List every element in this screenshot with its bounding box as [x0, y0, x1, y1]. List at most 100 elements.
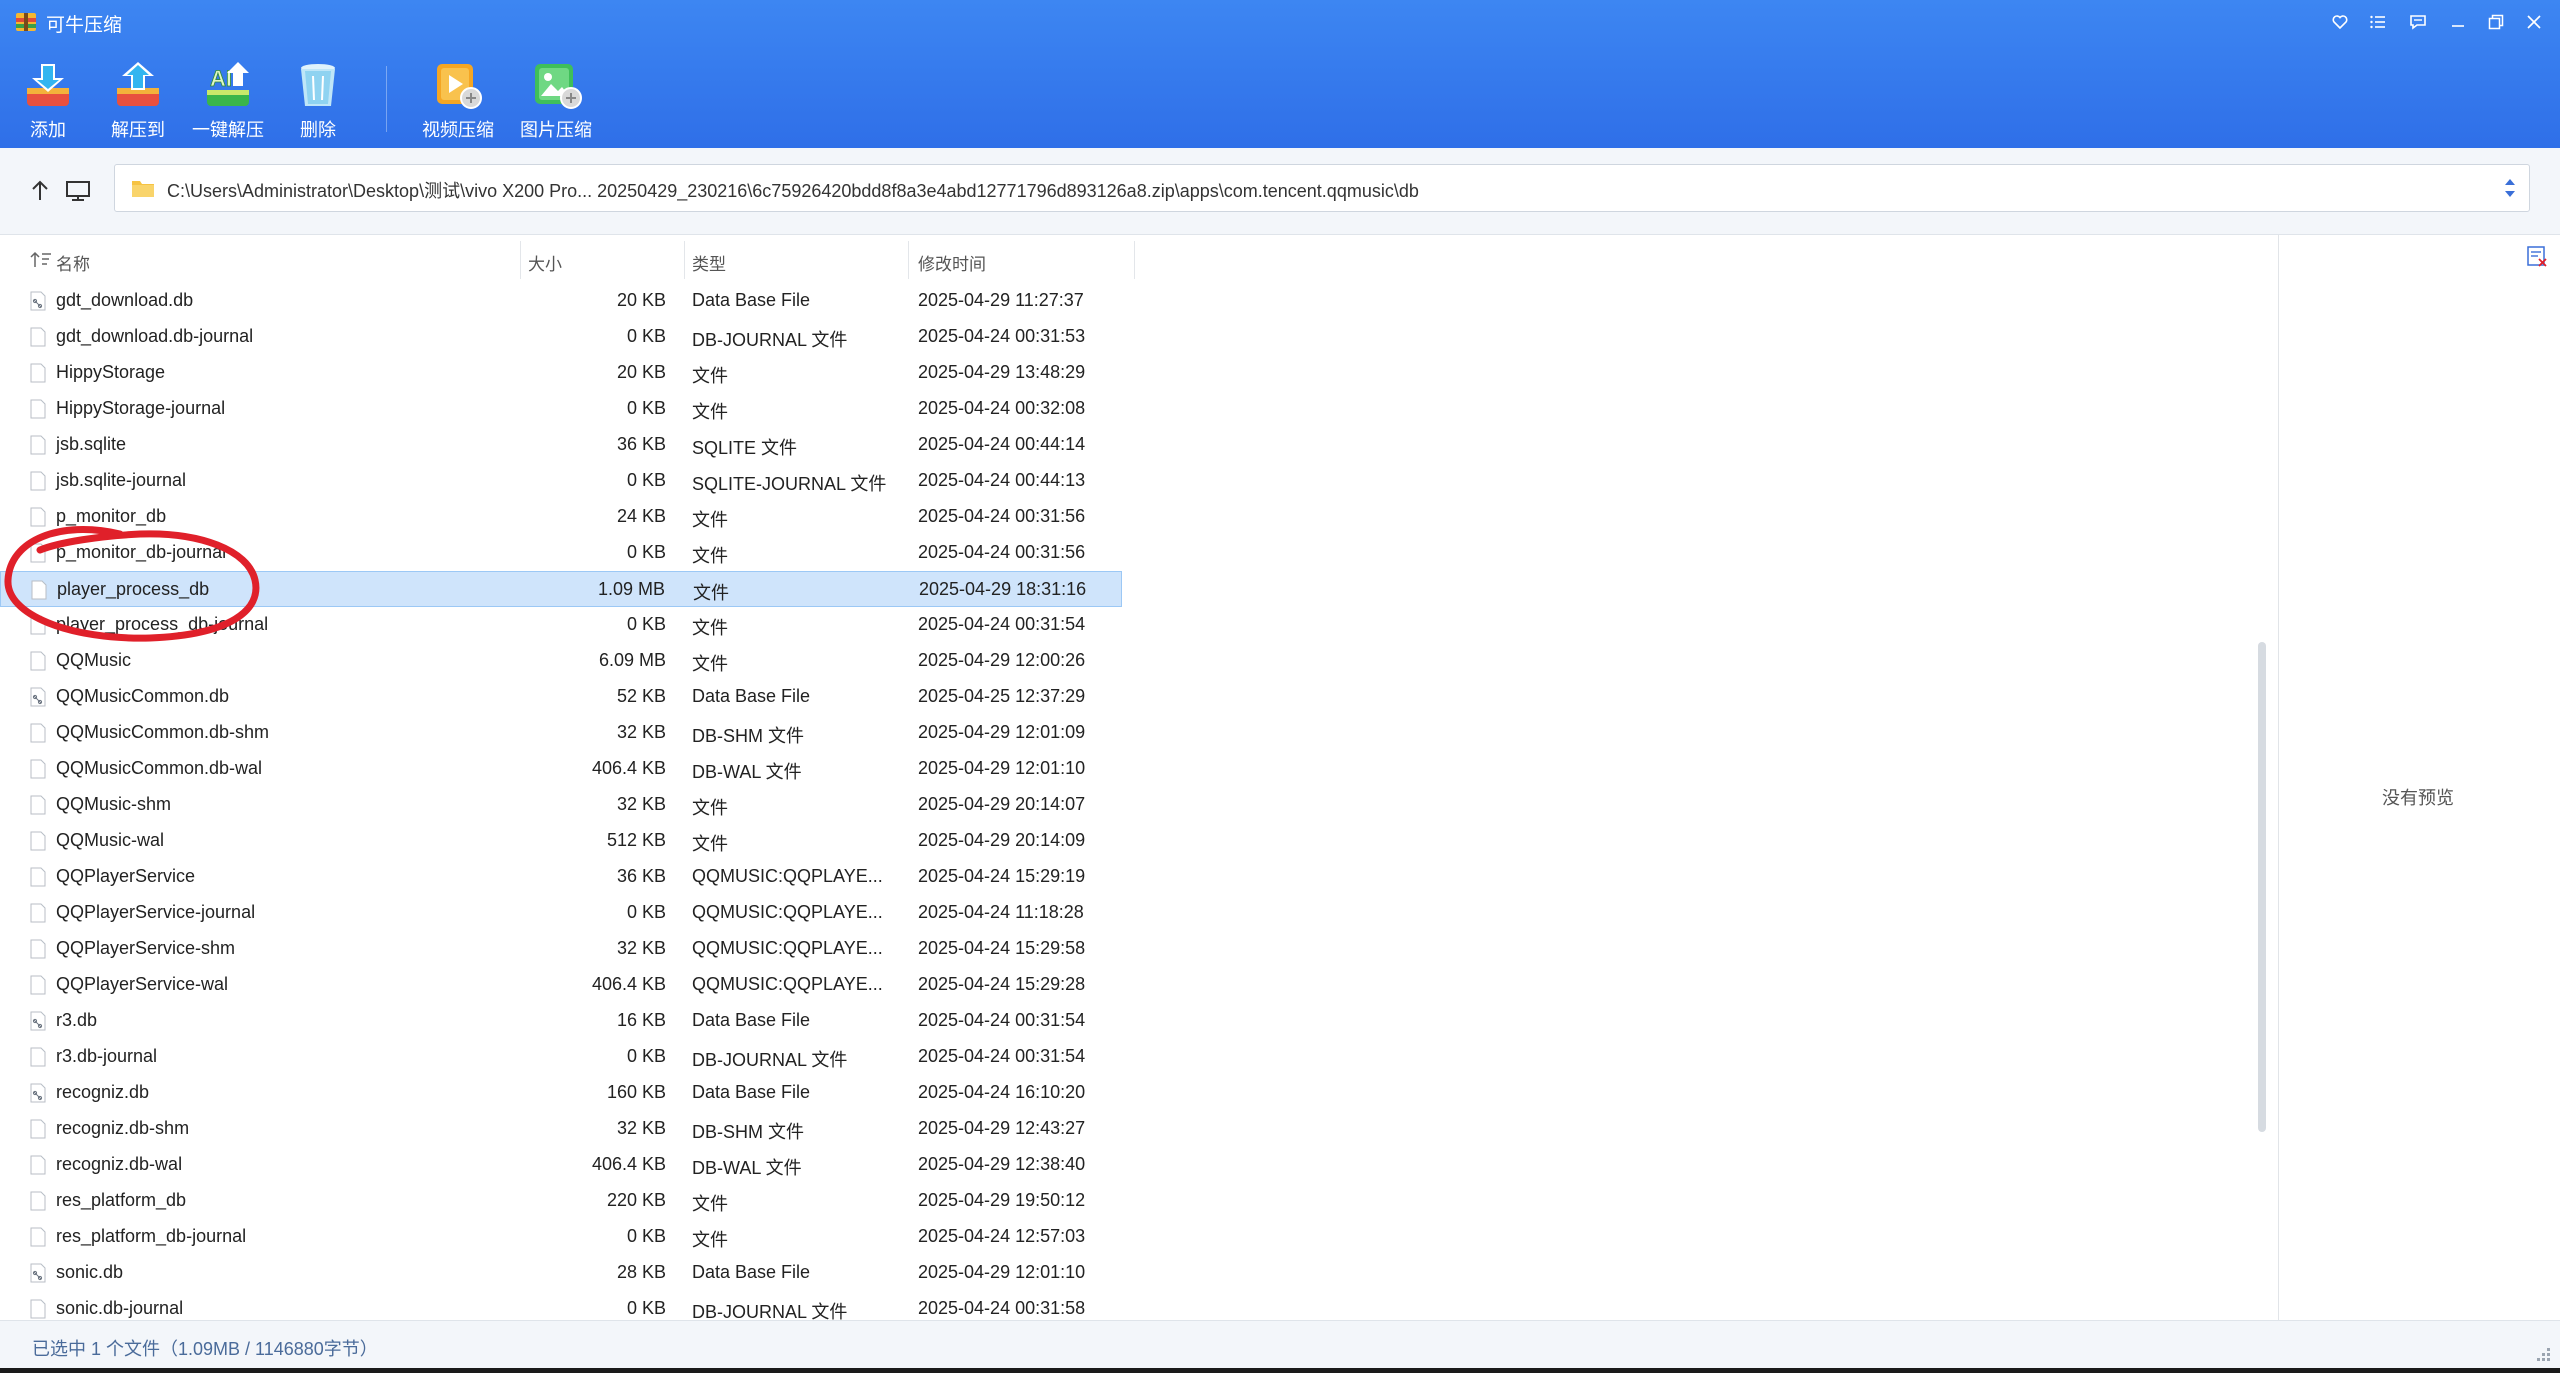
file-row[interactable]: recogniz.db-wal 406.4 KB DB-WAL 文件 2025-04-…: [0, 1147, 1122, 1183]
column-header: 名称 大小 类型 修改时间: [0, 235, 1136, 285]
file-size: 406.4 KB: [591, 974, 666, 994]
file-row[interactable]: QQMusic 6.09 MB 文件 2025-04-29 12:00:26: [0, 643, 1122, 679]
file-row-selected[interactable]: player_process_db 1.09 MB 文件 2025-04-29 18:…: [0, 571, 1122, 607]
image-compress-icon: [535, 64, 582, 109]
file-name: res_platform_db: [56, 1190, 187, 1210]
computer-button[interactable]: [62, 175, 94, 207]
file-row[interactable]: QQPlayerService-wal 406.4 KB QQMUSIC:QQPLA…: [0, 967, 1122, 1003]
file-row[interactable]: r3.db-journal 0 KB DB-JOURNAL 文件 2025-04-24…: [0, 1039, 1122, 1075]
file-type: Data Base File: [692, 1010, 811, 1030]
file-row[interactable]: QQMusicCommon.db-shm 32 KB DB-SHM 文件 2025-0…: [0, 715, 1122, 751]
file-name: QQMusic-wal: [56, 830, 165, 850]
video-compress-button[interactable]: 视频压缩: [410, 58, 506, 148]
file-icon: [30, 759, 46, 779]
svg-text:AI: AI: [210, 66, 232, 91]
up-button[interactable]: [24, 175, 56, 207]
file-row[interactable]: jsb.sqlite 36 KB SQLITE 文件 2025-04-24 00:44…: [0, 427, 1122, 463]
file-row[interactable]: gdt_download.db-journal 0 KB DB-JOURNAL 文件…: [0, 319, 1122, 355]
file-modified: 2025-04-24 00:31:56: [918, 506, 1086, 526]
feedback-button[interactable]: [2404, 8, 2432, 36]
file-row[interactable]: QQMusic-wal 512 KB 文件 2025-04-29 20:14:09: [0, 823, 1122, 859]
pane-splitter[interactable]: [2278, 235, 2279, 1320]
column-type[interactable]: 类型: [692, 250, 726, 275]
file-row[interactable]: QQPlayerService-shm 32 KB QQMUSIC:QQPLAYE.…: [0, 931, 1122, 967]
folder-icon: [132, 181, 154, 197]
file-modified: 2025-04-24 12:57:03: [918, 1226, 1086, 1246]
column-modified[interactable]: 修改时间: [918, 250, 986, 275]
preview-toggle-icon[interactable]: [2526, 245, 2548, 267]
file-modified: 2025-04-29 12:43:27: [918, 1118, 1086, 1138]
file-row[interactable]: QQPlayerService-journal 0 KB QQMUSIC:QQPLA…: [0, 895, 1122, 931]
add-button[interactable]: 添加: [0, 58, 96, 148]
sort-updown-icon[interactable]: [2501, 175, 2519, 201]
file-name: HippyStorage-journal: [56, 398, 226, 418]
file-row[interactable]: recogniz.db 160 KB Data Base File 2025-04-2…: [0, 1075, 1122, 1111]
file-name: QQMusic: [56, 650, 132, 670]
file-type: 文件: [692, 1230, 728, 1250]
address-row: C:\Users\Administrator\Desktop\测试\vivo X…: [0, 148, 2560, 235]
extract-to-button[interactable]: 解压到: [90, 58, 186, 148]
column-divider[interactable]: [908, 241, 909, 279]
file-row[interactable]: QQMusic-shm 32 KB 文件 2025-04-29 20:14:07: [0, 787, 1122, 823]
file-row[interactable]: HippyStorage-journal 0 KB 文件 2025-04-24 00:…: [0, 391, 1122, 427]
file-modified: 2025-04-29 12:01:10: [918, 758, 1086, 778]
delete-button[interactable]: 删除: [270, 58, 366, 148]
file-icon: [30, 831, 46, 851]
close-button[interactable]: [2520, 8, 2548, 36]
resize-grip-icon[interactable]: [2532, 1343, 2552, 1363]
column-divider[interactable]: [684, 241, 685, 279]
column-name[interactable]: 名称: [56, 250, 90, 275]
file-name: QQPlayerService-journal: [56, 902, 256, 922]
vertical-scrollbar[interactable]: [2258, 642, 2266, 1132]
file-row[interactable]: recogniz.db-shm 32 KB DB-SHM 文件 2025-04-29 …: [0, 1111, 1122, 1147]
file-name: res_platform_db-journal: [56, 1226, 247, 1246]
column-divider[interactable]: [1134, 241, 1135, 279]
file-row[interactable]: p_monitor_db-journal 0 KB 文件 2025-04-24 00:…: [0, 535, 1122, 571]
file-type: 文件: [692, 402, 728, 422]
column-size[interactable]: 大小: [528, 250, 562, 275]
file-type: QQMUSIC:QQPLAYE...: [692, 866, 883, 886]
file-type: Data Base File: [692, 1262, 811, 1282]
arrow-up-icon: [32, 180, 48, 200]
minimize-button[interactable]: [2444, 8, 2472, 36]
taskbar-edge: [0, 1368, 2560, 1373]
file-name: player_process_db: [57, 579, 210, 599]
column-divider[interactable]: [520, 241, 521, 279]
file-name: p_monitor_db: [56, 506, 167, 526]
file-size: 20 KB: [616, 362, 666, 382]
file-icon: [30, 1155, 46, 1175]
image-compress-button[interactable]: 图片压缩: [508, 58, 604, 148]
file-row[interactable]: player_process_db-journal 0 KB 文件 2025-04-2…: [0, 607, 1122, 643]
file-row[interactable]: sonic.db 28 KB Data Base File 2025-04-29 12…: [0, 1255, 1122, 1291]
file-type: 文件: [692, 834, 728, 854]
file-row[interactable]: jsb.sqlite-journal 0 KB SQLITE-JOURNAL 文件 2…: [0, 463, 1122, 499]
file-size: 0 KB: [626, 470, 666, 490]
address-field[interactable]: C:\Users\Administrator\Desktop\测试\vivo X…: [114, 164, 2530, 212]
file-row[interactable]: res_platform_db 220 KB 文件 2025-04-29 19:50:…: [0, 1183, 1122, 1219]
sort-icon[interactable]: [30, 251, 52, 269]
file-name: jsb.sqlite-journal: [56, 470, 187, 490]
menu-button[interactable]: [2364, 8, 2392, 36]
delete-icon: [301, 64, 335, 106]
file-size: 1.09 MB: [597, 579, 665, 599]
file-row[interactable]: res_platform_db-journal 0 KB 文件 2025-04-24 …: [0, 1219, 1122, 1255]
file-row[interactable]: sonic.db-journal 0 KB DB-JOURNAL 文件 2025-04…: [0, 1291, 1122, 1320]
file-row[interactable]: p_monitor_db 24 KB 文件 2025-04-24 00:31:56: [0, 499, 1122, 535]
toolbar: 添加 解压到 AI 一键解压 删除 视频压缩 图片压缩: [0, 50, 2560, 148]
file-row[interactable]: HippyStorage 20 KB 文件 2025-04-29 13:48:29: [0, 355, 1122, 391]
file-icon: [30, 651, 46, 671]
one-click-extract-button[interactable]: AI 一键解压: [180, 58, 276, 148]
file-row[interactable]: gdt_download.db 20 KB Data Base File 2025-0…: [0, 283, 1122, 319]
file-size: 16 KB: [616, 1010, 666, 1030]
file-type: 文件: [692, 618, 728, 638]
restore-button[interactable]: [2482, 8, 2510, 36]
file-modified: 2025-04-24 00:44:13: [918, 470, 1086, 490]
file-row[interactable]: QQMusicCommon.db 52 KB Data Base File 2025-…: [0, 679, 1122, 715]
file-row[interactable]: r3.db 16 KB Data Base File 2025-04-24 00:31…: [0, 1003, 1122, 1039]
favorite-button[interactable]: [2326, 8, 2354, 36]
file-modified: 2025-04-24 00:31:54: [918, 1046, 1086, 1066]
file-row[interactable]: QQMusicCommon.db-wal 406.4 KB DB-WAL 文件 202…: [0, 751, 1122, 787]
list-menu-icon: [2370, 15, 2385, 29]
file-modified: 2025-04-24 15:29:58: [918, 938, 1086, 958]
file-row[interactable]: QQPlayerService 36 KB QQMUSIC:QQPLAYE... 20…: [0, 859, 1122, 895]
